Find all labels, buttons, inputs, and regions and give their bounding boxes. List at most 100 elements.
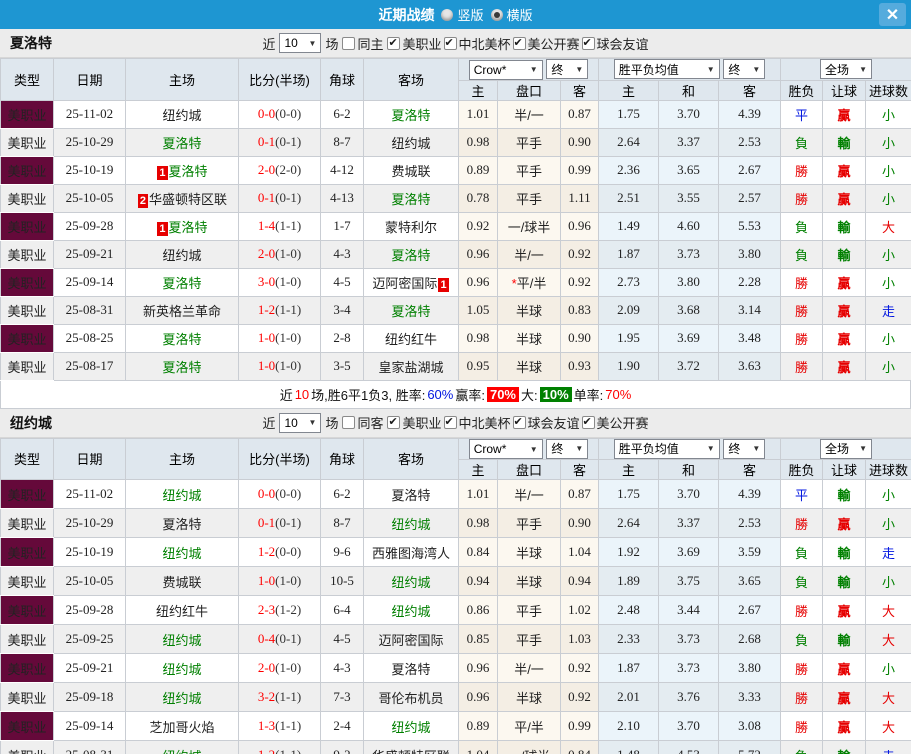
- league-cell: 美职业: [0, 653, 54, 683]
- odds-time-select[interactable]: 终 ▼: [546, 59, 589, 79]
- avg-group-header: 胜平负均值 ▼ 终 ▼: [598, 58, 782, 81]
- away-team-cell: 夏洛特: [363, 295, 459, 325]
- result-handicap-cell: 贏: [822, 183, 867, 213]
- same-venue-checkbox[interactable]: [342, 36, 356, 50]
- league-filter[interactable]: 中北美杯: [443, 413, 511, 432]
- date-cell: 25-09-25: [53, 624, 126, 654]
- avg-draw-cell: 3.80: [658, 267, 720, 297]
- recent-count-select[interactable]: 10 ▼: [279, 412, 322, 433]
- home-team-cell: 纽约城: [125, 99, 239, 129]
- odds-home-cell: 1.04: [458, 740, 498, 754]
- avg-home-cell: 1.75: [598, 479, 660, 509]
- date-cell: 25-09-28: [53, 211, 126, 241]
- league-filter[interactable]: 美公开赛: [581, 413, 649, 432]
- league-cell: 美职业: [0, 183, 54, 213]
- horizontal-radio-label: 横版: [506, 8, 533, 23]
- league-checkbox[interactable]: [581, 36, 595, 50]
- horizontal-radio-icon[interactable]: [490, 8, 503, 21]
- avg-away-cell: 2.28: [718, 267, 782, 297]
- layout-horizontal-option[interactable]: 横版: [490, 5, 533, 24]
- avg-away-cell: 4.39: [718, 99, 782, 129]
- same-venue-filter[interactable]: 同主: [342, 34, 383, 53]
- vertical-radio-label: 竖版: [457, 8, 484, 23]
- avg-time-select[interactable]: 终 ▼: [723, 438, 766, 459]
- result-scope-select[interactable]: 全场 ▼: [820, 59, 873, 80]
- red-card-badge: 1: [438, 277, 449, 292]
- date-cell: 25-09-28: [53, 595, 126, 625]
- subcol-handicap: 盘口: [497, 79, 561, 101]
- close-icon[interactable]: ✕: [879, 3, 906, 26]
- date-cell: 25-08-25: [53, 323, 126, 353]
- league-filter[interactable]: 美公开赛: [512, 34, 580, 53]
- league-checkbox[interactable]: [581, 415, 595, 429]
- corners-cell: 4-3: [320, 239, 364, 269]
- avg-home-cell: 1.48: [598, 740, 660, 754]
- league-filter[interactable]: 球会友谊: [581, 34, 649, 53]
- result-goals-cell: 小: [865, 99, 911, 129]
- handicap-cell: 半球: [497, 323, 561, 353]
- date-cell: 25-10-19: [53, 537, 126, 567]
- col-header-away: 客场: [363, 437, 459, 480]
- col-header-date: 日期: [53, 58, 126, 101]
- league-cell: 美职业: [0, 595, 54, 625]
- corners-cell: 7-3: [320, 682, 364, 712]
- result-group-header: 全场 ▼: [780, 437, 911, 460]
- league-cell: 美职业: [0, 211, 54, 241]
- league-cell: 美职业: [0, 323, 54, 353]
- result-wdl-cell: 平: [780, 479, 824, 509]
- avg-away-cell: 5.53: [718, 211, 782, 241]
- handicap-cell: 一/球半: [497, 211, 561, 241]
- recent-count-select[interactable]: 10 ▼: [279, 33, 322, 53]
- league-filter[interactable]: 美职业: [387, 413, 442, 432]
- league-filter[interactable]: 美职业: [387, 34, 442, 53]
- avg-time-select[interactable]: 终 ▼: [723, 59, 766, 80]
- corners-cell: 8-7: [320, 127, 364, 157]
- league-label: 美职业: [402, 36, 442, 52]
- odds-home-cell: 1.05: [458, 295, 498, 325]
- league-filter[interactable]: 中北美杯: [443, 34, 511, 53]
- avg-home-cell: 2.09: [598, 295, 660, 325]
- league-checkbox[interactable]: [387, 415, 401, 429]
- filter-controls: 近 10 ▼ 场 同主 美职业 中北美杯 美公开赛 球会友谊: [262, 33, 649, 53]
- result-scope-select[interactable]: 全场 ▼: [820, 438, 873, 459]
- league-checkbox[interactable]: [443, 36, 457, 50]
- league-checkbox[interactable]: [512, 415, 526, 429]
- league-cell: 美职业: [0, 239, 54, 269]
- avg-type-select[interactable]: 胜平负均值 ▼: [613, 59, 720, 80]
- same-venue-filter[interactable]: 同客: [342, 413, 383, 432]
- same-venue-label: 同客: [357, 416, 384, 431]
- league-filter[interactable]: 球会友谊: [512, 413, 580, 432]
- odds-company-select[interactable]: Crow* ▼: [468, 59, 543, 80]
- vertical-radio-icon[interactable]: [441, 8, 454, 21]
- result-handicap-cell: 輸: [822, 624, 867, 654]
- avg-home-cell: 1.75: [598, 99, 660, 129]
- score-cell: 0-1(0-1): [238, 127, 321, 157]
- league-checkbox[interactable]: [512, 36, 526, 50]
- subcol-avg-draw: 和: [658, 459, 720, 480]
- red-card-badge: 1: [157, 165, 168, 180]
- layout-vertical-option[interactable]: 竖版: [441, 5, 484, 24]
- avg-type-select[interactable]: 胜平负均值 ▼: [613, 438, 720, 459]
- avg-draw-cell: 3.73: [658, 624, 720, 654]
- subcol-handicap: 盘口: [497, 459, 561, 480]
- result-handicap-cell: 贏: [822, 295, 867, 325]
- col-header-home: 主场: [125, 437, 239, 480]
- odds-time-select[interactable]: 终 ▼: [546, 438, 589, 459]
- subcol-result-wdl: 胜负: [780, 459, 824, 480]
- league-checkbox[interactable]: [387, 36, 401, 50]
- filter-bar: 纽约城 近 10 ▼ 场 同客 美职业 中北美杯 球会友谊 美公开赛: [0, 408, 911, 438]
- result-wdl-cell: 勝: [780, 183, 824, 213]
- date-cell: 25-10-05: [53, 566, 126, 596]
- handicap-cell: 平手: [497, 595, 561, 625]
- home-team-cell: 纽约红牛: [125, 595, 239, 625]
- avg-draw-cell: 3.44: [658, 595, 720, 625]
- handicap-cell: 平手: [497, 624, 561, 654]
- chevron-down-icon: ▼: [529, 65, 538, 74]
- odds-home-cell: 0.96: [458, 267, 498, 297]
- league-checkbox[interactable]: [443, 415, 457, 429]
- odds-company-select[interactable]: Crow* ▼: [468, 439, 543, 459]
- result-wdl-cell: 平: [780, 99, 824, 129]
- same-venue-checkbox[interactable]: [342, 416, 356, 429]
- summary-segment: 10: [294, 386, 310, 402]
- league-cell: 美职业: [0, 155, 54, 185]
